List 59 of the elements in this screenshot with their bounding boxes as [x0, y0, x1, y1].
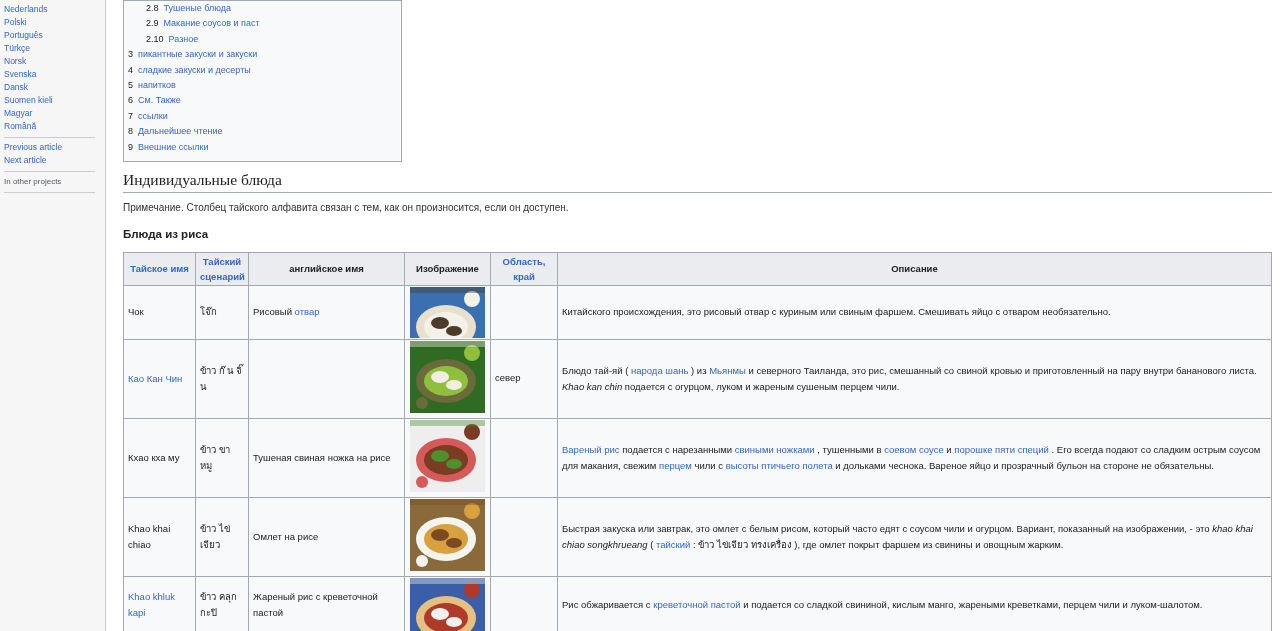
table-cell: Khao khai chiao	[123, 497, 196, 577]
nav-link[interactable]: Previous article	[4, 141, 63, 154]
link[interactable]: Као Кан Чин	[128, 370, 191, 387]
language-link[interactable]: Magyar	[4, 107, 33, 120]
toc-link[interactable]: 8 Дальнейшее чтение	[128, 124, 223, 140]
language-link[interactable]: Dansk	[4, 81, 29, 94]
link[interactable]: высоты птичьего полета	[725, 459, 833, 471]
column-header[interactable]: Тайский сценарий	[195, 252, 249, 286]
note-text: Примечание. Столбец тайского алфавита связан с тем, как он произносится, если он доступен.	[123, 201, 570, 216]
table-cell: ข้าว ไข่ เจียว	[195, 497, 249, 577]
table-cell: ข้าว ก๊ น จิ๊ น	[195, 339, 249, 419]
link[interactable]: соевом соусе	[884, 443, 944, 455]
link[interactable]: порошке пяти специй	[954, 443, 1049, 455]
column-header: английское имя	[248, 252, 405, 286]
table-cell: Быстрая закуска или завтрак, это омлет с белым рисом, который часто едят с соусом чили и огурцом. Вариант, показанный на изображении, - это khao khai chiao songkhrueang ( тайский : ข้าว ไข่เจียว ทรงเครื่อง ), где омлет покрыт фаршем из свинины и овощным жарким.	[557, 497, 1272, 577]
toc-link[interactable]: 7 ссылки	[128, 108, 168, 125]
language-link[interactable]: Română	[4, 120, 37, 133]
toc-link[interactable]: 2.10 Разное	[146, 31, 199, 48]
table-cell: Чок	[123, 285, 196, 340]
table-cell: Тушеная свиная ножка на рисе	[248, 418, 405, 498]
toc-link[interactable]: 2.8 Тушеные блюда	[146, 1, 231, 17]
link[interactable]: перцем	[659, 459, 692, 471]
link[interactable]: Вареный рис	[562, 443, 620, 455]
table-cell: Рисовый отвар	[248, 285, 405, 340]
toc-link[interactable]: 5 напитков	[128, 78, 176, 94]
table-cell: โจ๊ก	[195, 285, 249, 340]
column-header[interactable]: Тайское имя	[123, 252, 196, 286]
column-header: Изображение	[404, 252, 491, 286]
section-heading: Индивидуальные блюда	[123, 168, 1272, 194]
link[interactable]: отвар	[294, 306, 320, 318]
table-cell: Кхао кха му	[123, 418, 196, 498]
link[interactable]: тайский	[656, 538, 691, 550]
nav-link[interactable]: Next article	[4, 154, 47, 167]
table-cell: Китайского происхождения, это рисовый отвар с куриным или свиным фаршем. Смешивать яйцо с отваром необязательно.	[557, 285, 1272, 340]
link[interactable]: свиными ножками	[734, 443, 815, 455]
table-cell: Вареный рис подается с нарезанными свиными ножками , тушенными в соевом соусе и порошке пяти специй . Его всегда подают со сладким острым соусом для макания, свежим перцем чили с высоты птичьего полета и дольками чеснока. Вареное яйцо и прозрачный бульон на стороне не обязательны.	[557, 418, 1272, 498]
language-link[interactable]: Suomen kieli	[4, 94, 53, 107]
link[interactable]: народа шань	[630, 364, 689, 376]
language-link[interactable]: Türkçe	[4, 42, 30, 55]
sidebar-section-label: In other projects	[4, 176, 63, 188]
toc-link[interactable]: 2.9 Макание соусов и паст	[146, 16, 260, 32]
table-cell: Омлет на рисе	[248, 497, 405, 577]
column-header[interactable]: Область, край	[490, 252, 558, 286]
language-link[interactable]: Nederlands	[4, 3, 48, 16]
toc-link[interactable]: 4 сладкие закуски и десерты	[128, 62, 251, 79]
table-cell: север	[490, 339, 558, 419]
toc-link[interactable]: 6 См. Также	[128, 93, 181, 109]
link[interactable]: креветочной пастой	[653, 599, 741, 611]
language-link[interactable]: Português	[4, 29, 43, 42]
toc-link[interactable]: 9 Внешние ссылки	[128, 139, 209, 156]
toc-link[interactable]: 3 пикантные закуски и закуски	[128, 47, 258, 63]
subsection-heading: Блюда из риса	[123, 227, 210, 243]
language-link[interactable]: Polski	[4, 16, 27, 29]
link[interactable]: Мьянмы	[709, 364, 746, 376]
column-header: Описание	[557, 252, 1272, 286]
table-cell: Блюдо тай-яй ( народа шань ) из Мьянмы и северного Таиланда, это рис, смешанный со свиной кровью и приготовленный на пару внутри бананового листа. Khao kan chin подается с огурцом, луком и жареным сушеным перцем чили.	[557, 339, 1272, 419]
table-cell: ข้าว ขา หมู	[195, 418, 249, 498]
language-link[interactable]: Svenska	[4, 68, 37, 81]
language-link[interactable]: Norsk	[4, 55, 27, 68]
